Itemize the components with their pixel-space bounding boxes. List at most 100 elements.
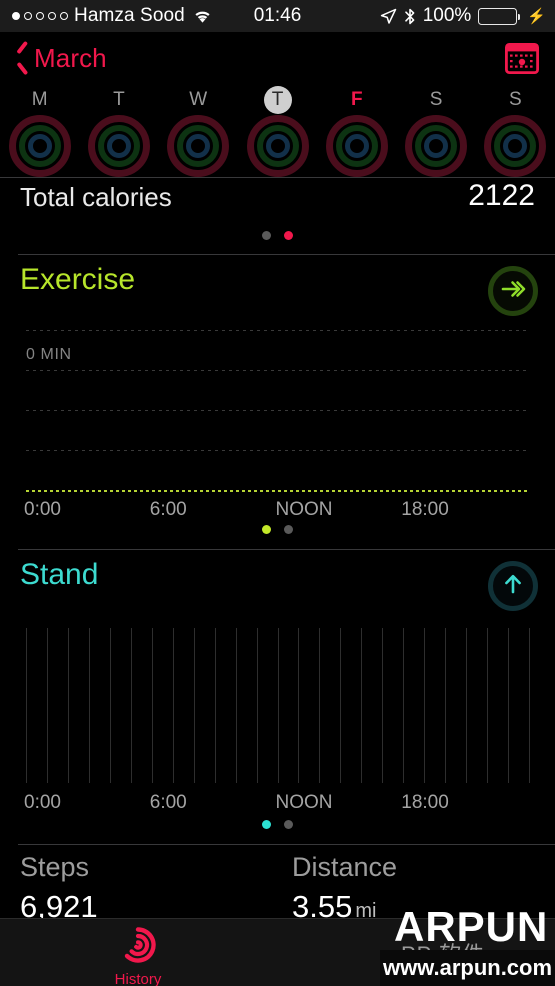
exercise-x-tick: 18:00	[401, 499, 449, 520]
battery-percent-label: 100%	[422, 5, 472, 26]
page-dot-0[interactable]	[262, 820, 271, 829]
activity-spiral-icon	[118, 927, 158, 969]
activity-app-screen: Hamza Sood 01:46 100% ⚡ March M T W T F …	[0, 0, 555, 986]
stand-section-title: Stand	[20, 558, 99, 591]
watermark-url: www.arpun.com	[382, 955, 553, 980]
stand-hour-tick	[340, 628, 342, 783]
page-dot-1[interactable]	[284, 820, 293, 829]
divider-above-stats	[18, 844, 555, 845]
stand-x-tick: NOON	[275, 792, 333, 813]
exercise-gridline	[26, 410, 529, 411]
week-day-letter: W	[189, 89, 208, 110]
stand-hour-tick	[445, 628, 447, 783]
stand-hour-tick	[403, 628, 405, 783]
battery-icon	[478, 7, 521, 25]
bluetooth-icon	[404, 7, 416, 26]
activity-rings-icon	[167, 115, 230, 177]
week-day-letter: S	[429, 89, 443, 110]
total-calories-row: Total calories 2122	[0, 178, 555, 222]
activity-rings-icon	[246, 115, 309, 177]
back-button[interactable]: March	[14, 32, 107, 84]
stand-hour-tick	[277, 628, 279, 783]
week-day-5[interactable]: S	[398, 86, 474, 177]
week-day-letter: T	[113, 89, 125, 110]
arrow-up-icon	[501, 572, 525, 601]
double-chevron-right-icon	[500, 278, 526, 305]
stand-hour-tick	[88, 628, 90, 783]
stand-hour-tick	[26, 628, 27, 783]
activity-rings-icon	[484, 115, 547, 177]
activity-rings-icon	[8, 115, 71, 177]
stand-x-axis: 0:00 6:00 NOON 18:00	[24, 792, 529, 816]
stand-hour-tick	[235, 628, 237, 783]
exercise-gridline	[26, 370, 529, 371]
week-day-letter: T	[263, 86, 292, 114]
total-calories-label: Total calories	[20, 182, 172, 212]
move-page-dots[interactable]	[0, 231, 555, 240]
week-day-letter: M	[31, 89, 48, 110]
status-bar-right: 100% ⚡	[380, 5, 546, 27]
exercise-detail-button[interactable]	[488, 266, 538, 316]
watermark-url-box: www.arpun.com	[380, 950, 555, 986]
page-dot-1[interactable]	[284, 525, 293, 534]
week-day-3[interactable]: T	[240, 86, 316, 177]
steps-stat: Steps 6,921	[20, 852, 98, 925]
steps-label: Steps	[20, 852, 90, 882]
tab-history[interactable]: History	[96, 925, 180, 986]
week-day-0[interactable]: M	[2, 86, 78, 177]
stand-hour-tick	[67, 628, 69, 783]
navigation-bar: March	[0, 32, 555, 84]
stand-hour-tick	[487, 628, 489, 783]
stand-hour-tick	[256, 628, 258, 783]
stand-hour-tick	[361, 628, 363, 783]
stand-chart[interactable]: 0:00 6:00 NOON 18:00	[24, 628, 530, 816]
exercise-baseline	[26, 490, 529, 492]
page-dot-0[interactable]	[262, 231, 271, 240]
week-day-2[interactable]: W	[160, 86, 236, 177]
week-day-6[interactable]: S	[477, 86, 553, 177]
stand-hour-tick	[319, 628, 321, 783]
page-dot-1[interactable]	[284, 231, 293, 240]
exercise-chart[interactable]: 0 MIN 0:00 6:00 NOON 18:00	[24, 330, 529, 520]
stand-x-tick: 6:00	[149, 792, 187, 813]
stand-hour-tick	[193, 628, 195, 783]
exercise-gridline	[26, 450, 529, 451]
exercise-page-dots[interactable]	[0, 525, 555, 534]
distance-label: Distance	[292, 852, 398, 882]
stand-hour-tick	[46, 628, 48, 783]
location-arrow-icon	[380, 8, 397, 25]
tab-history-label: History	[114, 971, 162, 986]
week-day-4[interactable]: F	[319, 86, 395, 177]
activity-rings-icon	[405, 115, 468, 177]
week-day-1[interactable]: T	[81, 86, 157, 177]
page-dot-0[interactable]	[262, 525, 271, 534]
stand-hour-tick	[529, 628, 530, 783]
week-day-selector: MTWTFSS	[0, 86, 555, 178]
stand-hour-tick	[214, 628, 216, 783]
back-button-label: March	[34, 42, 107, 73]
status-bar: Hamza Sood 01:46 100% ⚡	[0, 0, 555, 32]
stand-page-dots[interactable]	[0, 820, 555, 829]
stand-hour-tick	[151, 628, 153, 783]
stand-hour-tick	[508, 628, 510, 783]
exercise-x-tick: 0:00	[24, 499, 61, 520]
stand-x-tick: 0:00	[24, 792, 61, 813]
stand-detail-button[interactable]	[488, 561, 538, 611]
stand-hour-tick	[382, 628, 384, 783]
stand-hour-tick	[130, 628, 132, 783]
stand-hour-tick	[466, 628, 468, 783]
calendar-icon[interactable]	[504, 42, 540, 75]
exercise-gridline	[26, 330, 529, 331]
exercise-x-tick: NOON	[275, 499, 333, 520]
stand-hour-tick	[424, 628, 426, 783]
distance-stat: Distance 3.55 mi	[292, 852, 397, 925]
exercise-y-axis-label: 0 MIN	[26, 346, 72, 363]
divider-above-stand	[18, 549, 555, 550]
activity-rings-icon	[325, 115, 388, 177]
exercise-x-axis: 0:00 6:00 NOON 18:00	[24, 499, 529, 523]
exercise-section-title: Exercise	[20, 263, 136, 296]
stand-hour-tick	[109, 628, 111, 783]
stand-x-tick: 18:00	[401, 792, 449, 813]
exercise-x-tick: 6:00	[149, 499, 187, 520]
divider-above-exercise	[18, 254, 555, 255]
